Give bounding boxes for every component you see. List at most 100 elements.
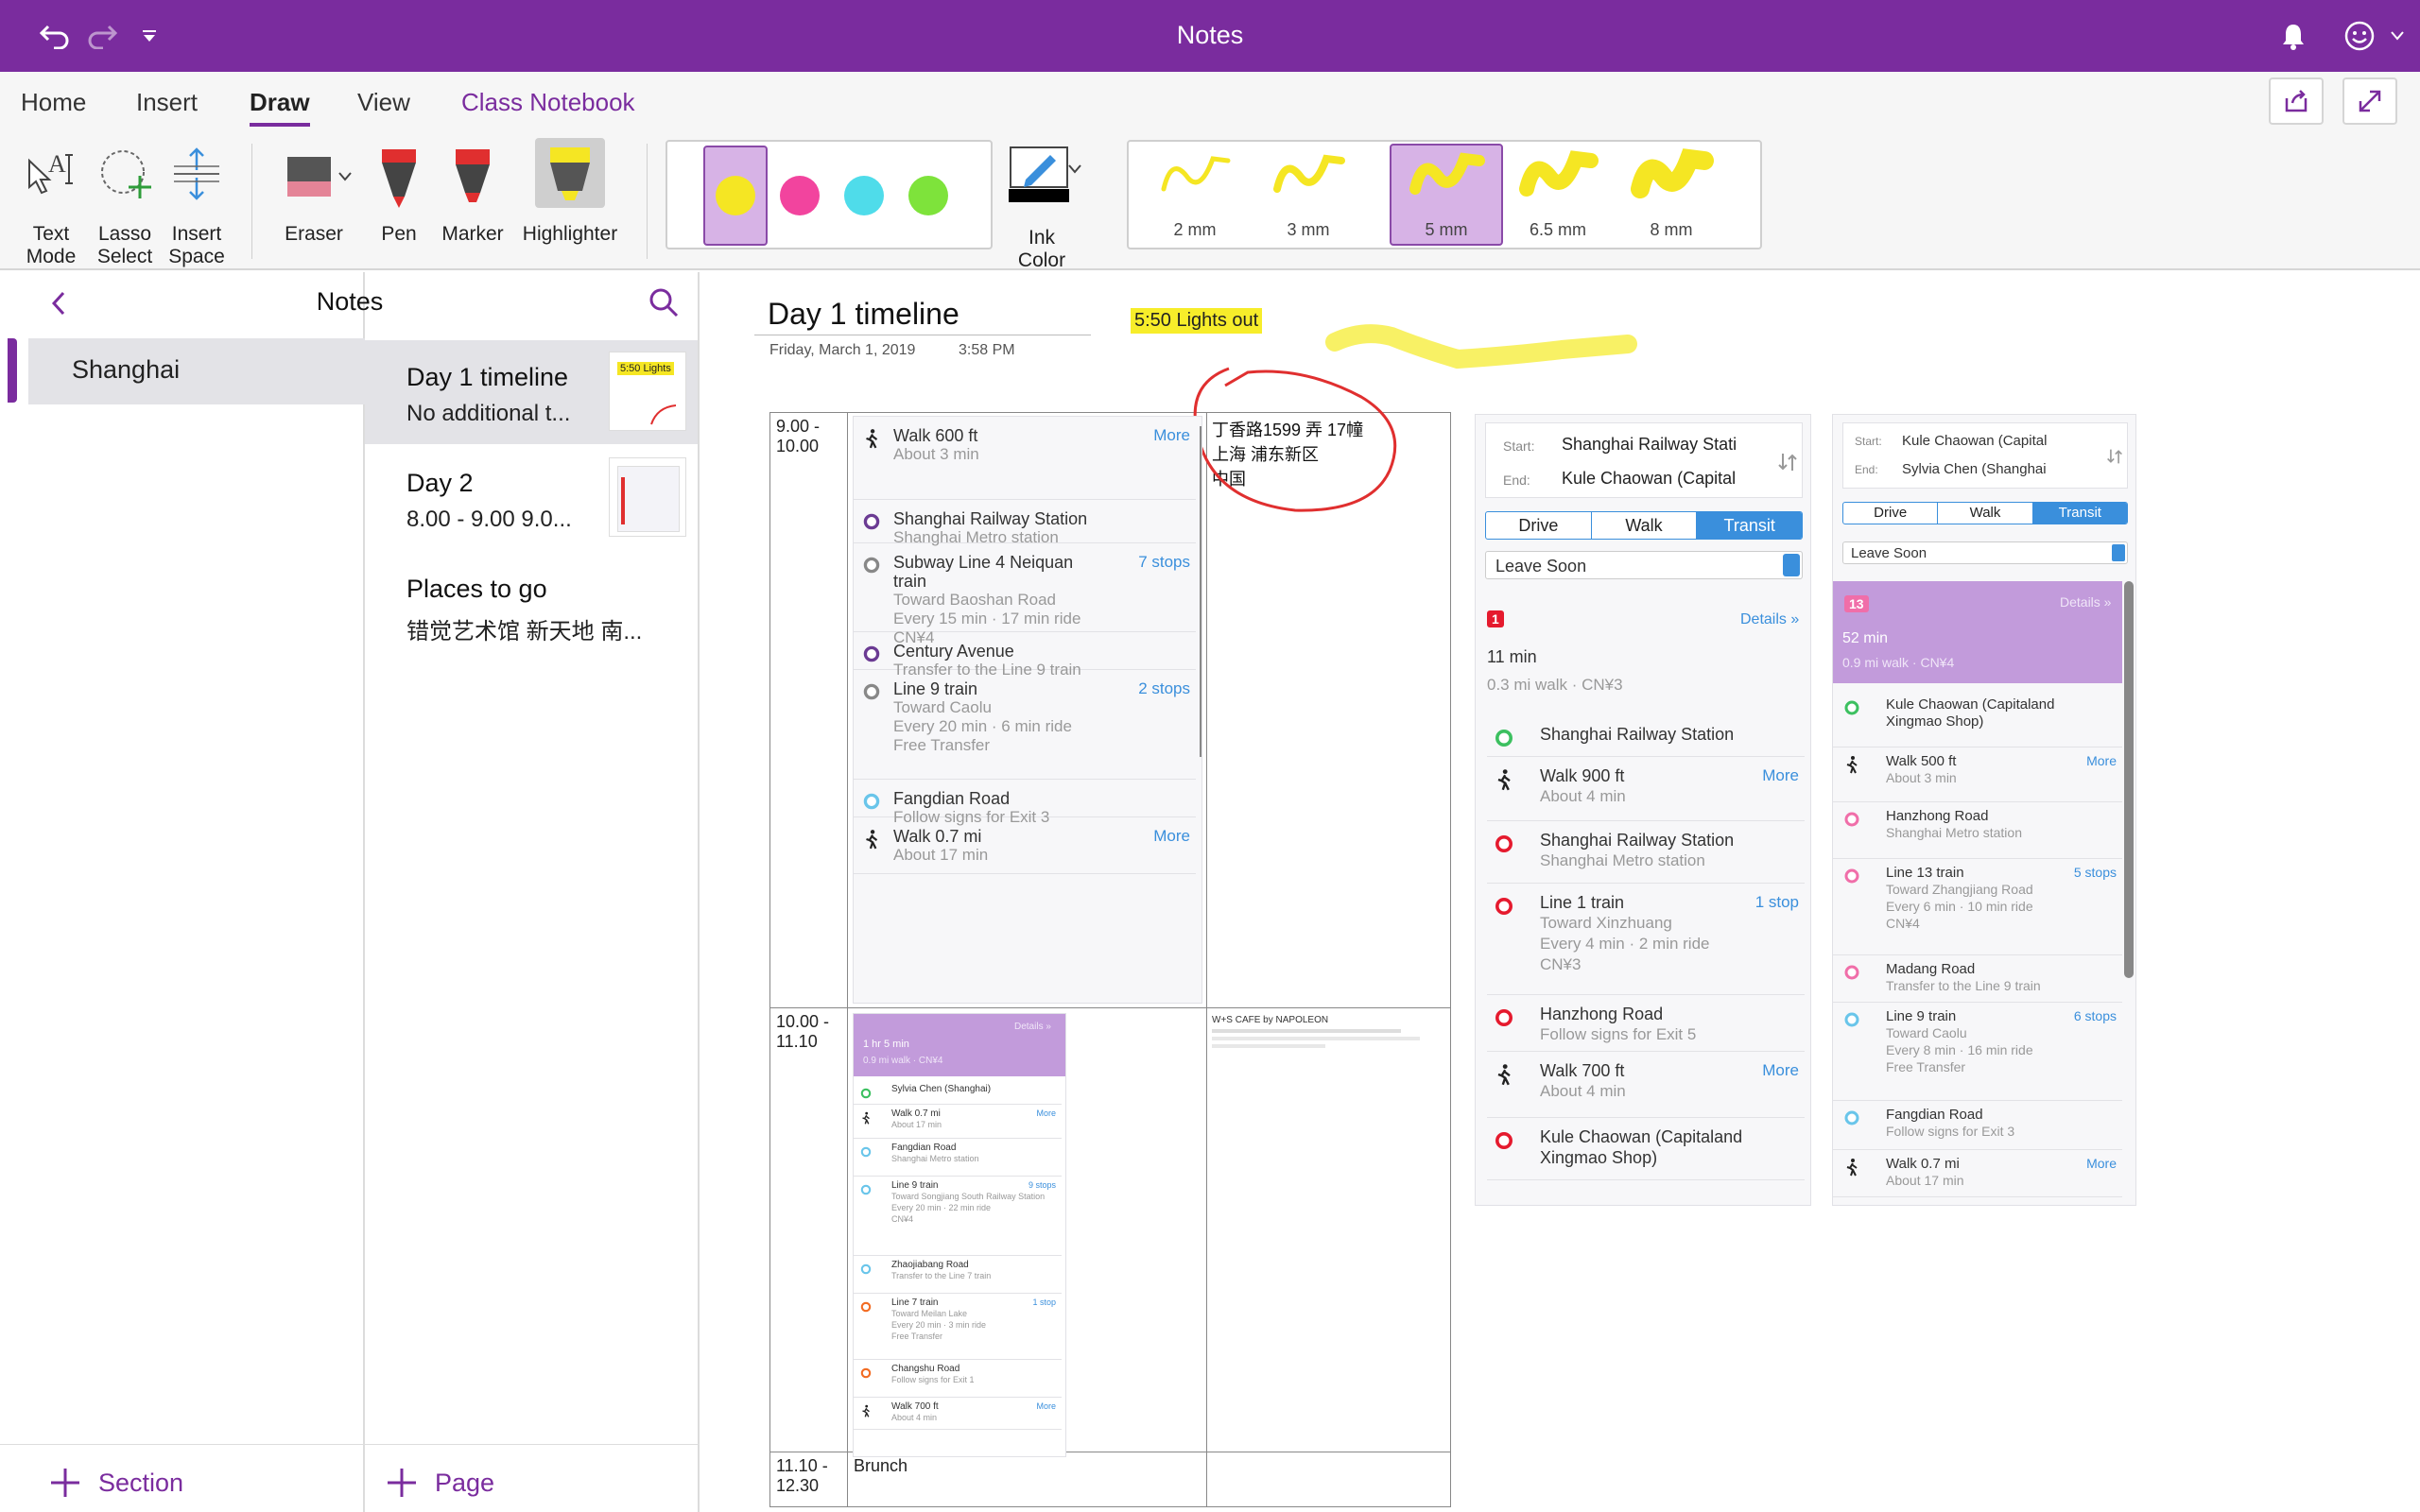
start-field[interactable]: Kule Chaowan (Capital: [1902, 433, 2047, 449]
route-step[interactable]: Walk 0.7 mi About 17 min More: [854, 817, 1196, 874]
step-action[interactable]: 7 stops: [1138, 553, 1190, 572]
thickness-2mm[interactable]: 2 mm: [1148, 147, 1242, 242]
route-step[interactable]: Walk 700 ft About 4 min More: [854, 1398, 1062, 1430]
swap-icon[interactable]: [1777, 452, 1798, 472]
route-step[interactable]: Fangdian Road Follow signs for Exit 3: [854, 780, 1196, 826]
step-action[interactable]: More: [2086, 753, 2117, 768]
route-card-4[interactable]: Start: Kule Chaowan (Capital End: Sylvia…: [1832, 414, 2136, 1206]
step-action[interactable]: More: [1153, 827, 1190, 846]
end-field[interactable]: Sylvia Chen (Shanghai: [1902, 461, 2047, 477]
add-page-button[interactable]: Page: [386, 1459, 494, 1506]
route-step[interactable]: Changshu Road Follow signs for Exit 1: [854, 1360, 1062, 1398]
color-swatch-green[interactable]: [908, 176, 948, 215]
cafe-snippet[interactable]: W+S CAFE by NAPOLEON: [1212, 1015, 1439, 1072]
step-action[interactable]: More: [2086, 1156, 2117, 1171]
step-action[interactable]: More: [1036, 1108, 1056, 1118]
eraser-button[interactable]: Eraser: [280, 144, 352, 266]
route-card-2[interactable]: 1 hr 5 min 0.9 mi walk · CN¥4 Details » …: [853, 1013, 1066, 1457]
highlighted-note[interactable]: 5:50 Lights out: [1131, 308, 1263, 334]
route-step[interactable]: Line 1 train Toward Xinzhuang Every 4 min …: [1487, 884, 1805, 995]
thickness-3mm[interactable]: 3 mm: [1261, 147, 1356, 242]
route-step[interactable]: Zhaojiabang Road Transfer to the Line 7 t…: [854, 1256, 1062, 1294]
share-button[interactable]: [2269, 77, 2324, 125]
route-step[interactable]: Walk 500 ft About 3 min More: [1833, 747, 2122, 802]
tab-home[interactable]: Home: [21, 88, 86, 117]
step-action[interactable]: More: [1762, 766, 1799, 785]
thickness-8mm[interactable]: 8 mm: [1624, 147, 1719, 242]
route-step[interactable]: Line 9 train Toward Caolu Every 8 min · 16…: [1833, 1003, 2122, 1101]
page-canvas[interactable]: Day 1 timeline Friday, March 1, 2019 3:5…: [701, 272, 2420, 1512]
mode-selector[interactable]: Drive Walk Transit: [1485, 511, 1803, 540]
route-step[interactable]: Walk 0.7 mi About 17 min More: [854, 1105, 1062, 1139]
scrollbar[interactable]: [1200, 426, 1201, 757]
leave-time-select[interactable]: Leave Soon: [1842, 541, 2128, 564]
eraser-dropdown-icon[interactable]: [338, 172, 352, 181]
end-field[interactable]: Kule Chaowan (Capital: [1562, 469, 1736, 489]
scrollbar[interactable]: [2124, 581, 2134, 978]
section-item-shanghai[interactable]: Shanghai: [28, 338, 365, 404]
route-step[interactable]: Shanghai Railway Station Shanghai Metro s…: [1487, 821, 1805, 884]
add-section-button[interactable]: Section: [49, 1459, 183, 1506]
thickness-6-5mm[interactable]: 6.5 mm: [1511, 147, 1605, 242]
route-step[interactable]: Hanzhong Road Follow signs for Exit 5: [1487, 995, 1805, 1052]
route-step[interactable]: Walk 600 ft About 3 min More: [854, 417, 1196, 500]
route-card-1[interactable]: Walk 600 ft About 3 min More Shanghai Railw…: [853, 416, 1202, 1004]
step-action[interactable]: More: [1762, 1061, 1799, 1080]
marker-button[interactable]: Marker: [441, 144, 504, 266]
ink-color-dropdown-icon[interactable]: [1068, 164, 1081, 174]
route-card-3[interactable]: Start: Shanghai Railway Stati End: Kule …: [1475, 414, 1811, 1206]
step-action[interactable]: 1 stop: [1755, 893, 1799, 912]
route-step[interactable]: Hanzhong Road Shanghai Metro station: [1833, 802, 2122, 859]
feedback-dropdown-icon[interactable]: [2378, 17, 2416, 55]
route-step[interactable]: Walk 700 ft About 4 min More: [1487, 1052, 1805, 1118]
notifications-bell-icon[interactable]: [2274, 17, 2312, 55]
color-swatch-yellow[interactable]: [716, 176, 755, 215]
tab-draw[interactable]: Draw: [250, 88, 310, 127]
tab-insert[interactable]: Insert: [136, 88, 198, 117]
route-summary[interactable]: 13 52 min 0.9 mi walk · CN¥4 Details »: [1833, 581, 2122, 683]
route-step[interactable]: Line 9 train Toward Songjiang South Railw…: [854, 1177, 1062, 1256]
ink-color-button[interactable]: Ink Color: [1000, 146, 1083, 271]
route-step[interactable]: Walk 0.7 mi About 17 min More: [1833, 1150, 2122, 1197]
feedback-smiley-icon[interactable]: [2341, 17, 2378, 55]
route-step[interactable]: Fangdian Road Shanghai Metro station: [854, 1139, 1062, 1177]
tab-class-notebook[interactable]: Class Notebook: [461, 88, 635, 117]
route-step[interactable]: Line 13 train Toward Zhangjiang Road Every…: [1833, 859, 2122, 955]
pen-button[interactable]: Pen: [376, 144, 422, 266]
page-item-day1[interactable]: Day 1 timeline No additional t... 5:50 L…: [365, 340, 698, 444]
route-step[interactable]: Walk 900 ft About 4 min More: [1487, 757, 1805, 821]
page-title[interactable]: Day 1 timeline: [768, 297, 959, 332]
start-field[interactable]: Shanghai Railway Stati: [1562, 435, 1737, 455]
route-step[interactable]: Sylvia Chen (Shanghai): [854, 1080, 1062, 1105]
step-action[interactable]: 9 stops: [1028, 1180, 1056, 1190]
page-item-places[interactable]: Places to go 错觉艺术馆 新天地 南...: [365, 552, 698, 654]
route-step[interactable]: Subway Line 4 Neiquan train Toward Baoshan…: [854, 543, 1196, 646]
route-step[interactable]: Shanghai Railway Station Shanghai Metro s…: [854, 500, 1196, 546]
route-step[interactable]: Kule Chaowan (Capitaland Xingmao Shop): [1833, 691, 2122, 747]
route-step[interactable]: Century Avenue Transfer to the Line 9 tra…: [854, 632, 1196, 679]
step-action[interactable]: 1 stop: [1032, 1297, 1056, 1307]
route-step[interactable]: Line 9 train Toward Caolu Every 20 min · 6…: [854, 670, 1196, 780]
route-step[interactable]: Kule Chaowan (Capitaland Xingmao Shop): [1487, 1118, 1805, 1180]
step-action[interactable]: More: [1036, 1401, 1056, 1411]
route-step[interactable]: Madang Road Transfer to the Line 9 train: [1833, 955, 2122, 1003]
red-ink-circle[interactable]: [1172, 359, 1414, 529]
search-icon[interactable]: [648, 287, 679, 318]
page-item-day2[interactable]: Day 2 8.00 - 9.00 9.0...: [365, 446, 698, 548]
route-step[interactable]: Shanghai Railway Station: [1487, 715, 1805, 757]
step-action[interactable]: More: [1153, 426, 1190, 445]
thickness-5mm[interactable]: 5 mm: [1399, 147, 1494, 242]
step-action[interactable]: 5 stops: [2074, 865, 2117, 880]
highlighter-button[interactable]: Highlighter: [523, 138, 617, 266]
color-swatch-cyan[interactable]: [844, 176, 884, 215]
tab-view[interactable]: View: [357, 88, 410, 117]
route-step[interactable]: Line 7 train Toward Meilan Lake Every 20 m…: [854, 1294, 1062, 1360]
color-swatch-pink[interactable]: [780, 176, 820, 215]
fullscreen-button[interactable]: [2342, 77, 2397, 125]
swap-icon[interactable]: [2106, 448, 2123, 465]
route-step[interactable]: Fangdian Road Follow signs for Exit 3: [1833, 1101, 2122, 1150]
step-action[interactable]: 6 stops: [2074, 1008, 2117, 1023]
leave-time-select[interactable]: Leave Soon: [1485, 551, 1803, 579]
mode-selector[interactable]: Drive Walk Transit: [1842, 502, 2128, 524]
insert-space-button[interactable]: Insert Space: [166, 144, 227, 267]
